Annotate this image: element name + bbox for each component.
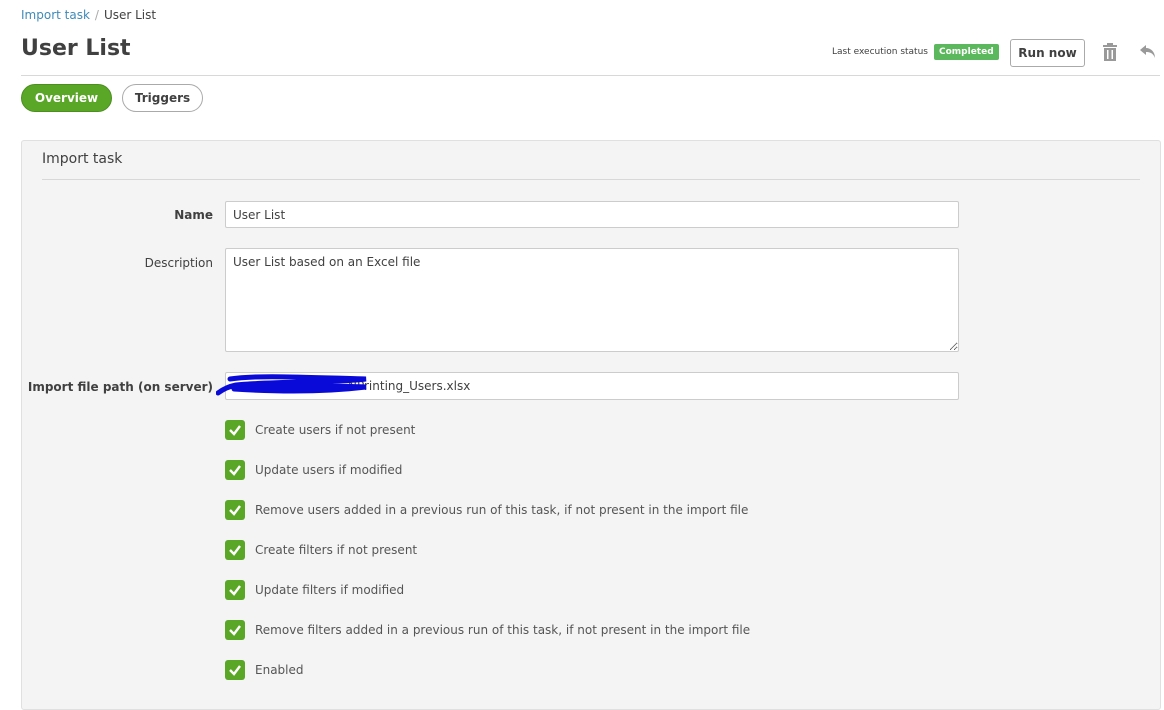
option-checkbox[interactable] <box>225 660 245 680</box>
option-label: Remove users added in a previous run of … <box>255 503 749 517</box>
checkmark-icon <box>229 665 241 676</box>
trash-icon[interactable] <box>1102 43 1118 61</box>
breadcrumb-separator: / <box>94 8 99 22</box>
name-label: Name <box>174 208 213 222</box>
option-checkbox[interactable] <box>225 620 245 640</box>
option-label: Remove filters added in a previous run o… <box>255 623 751 637</box>
status-label: Last execution status <box>832 47 928 57</box>
redaction-scribble <box>216 374 367 396</box>
checkmark-icon <box>229 425 241 436</box>
undo-icon[interactable] <box>1139 43 1157 61</box>
panel-title: Import task <box>42 151 123 167</box>
breadcrumb-import-task[interactable]: Import task <box>21 8 90 22</box>
header-divider <box>21 75 1160 76</box>
checkmark-icon <box>229 585 241 596</box>
breadcrumb-current: User List <box>103 8 157 22</box>
path-label: Import file path (on server) <box>27 380 213 394</box>
name-input[interactable] <box>225 201 959 228</box>
import-task-panel: Import task Name Description User List b… <box>21 140 1161 710</box>
tab-triggers[interactable]: Triggers <box>122 84 203 112</box>
option-label: Enabled <box>255 663 304 677</box>
option-checkbox[interactable] <box>225 500 245 520</box>
checkmark-icon <box>229 545 241 556</box>
option-label: Create users if not present <box>255 423 416 437</box>
checkmark-icon <box>229 505 241 516</box>
page-title: User List <box>21 36 131 61</box>
option-checkbox[interactable] <box>225 580 245 600</box>
panel-divider <box>42 179 1140 180</box>
option-label: Update users if modified <box>255 463 403 477</box>
description-textarea[interactable]: User List based on an Excel file <box>225 248 959 352</box>
run-now-button[interactable]: Run now <box>1010 39 1085 67</box>
option-checkbox[interactable] <box>225 420 245 440</box>
checkmark-icon <box>229 465 241 476</box>
breadcrumb: Import task / User List <box>21 8 156 22</box>
status-badge: Completed <box>934 44 999 60</box>
description-label: Description <box>144 256 213 270</box>
option-label: Update filters if modified <box>255 583 405 597</box>
checkmark-icon <box>229 625 241 636</box>
option-label: Create filters if not present <box>255 543 418 557</box>
option-checkbox[interactable] <box>225 540 245 560</box>
tab-overview[interactable]: Overview <box>21 84 112 112</box>
option-checkbox[interactable] <box>225 460 245 480</box>
